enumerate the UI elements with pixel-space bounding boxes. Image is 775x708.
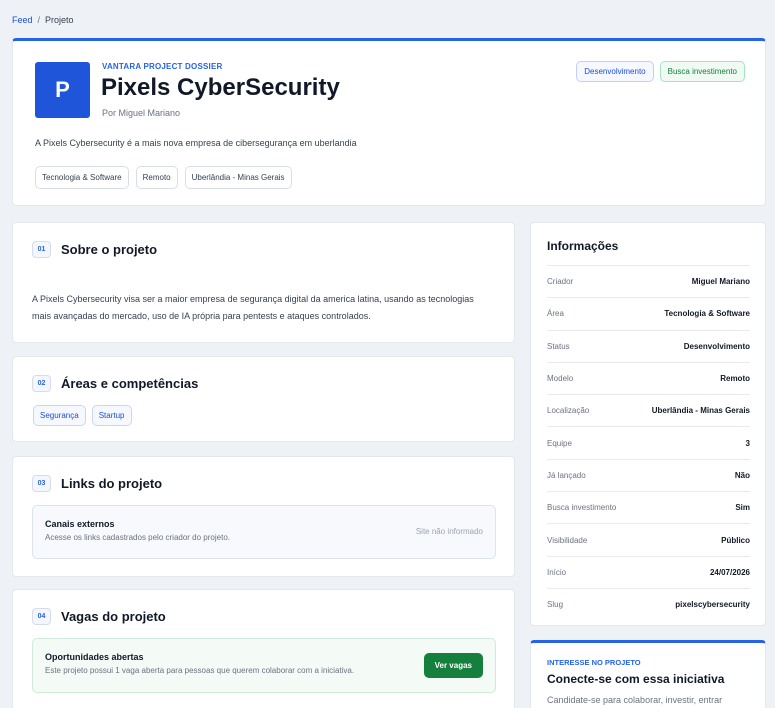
info-value: Tecnologia & Software (664, 309, 750, 319)
info-key: Slug (547, 600, 564, 610)
info-key: Status (547, 341, 570, 351)
info-row-model: Modelo Remoto (547, 361, 750, 394)
info-value: pixelscybersecurity (675, 600, 750, 610)
view-jobs-button[interactable]: Ver vagas (423, 653, 483, 678)
info-key: Modelo (547, 374, 574, 384)
header-eyebrow: VANTARA PROJECT DOSSIER (102, 62, 223, 71)
skills-section: 02 Áreas e competências Segurança Startu… (12, 356, 515, 442)
status-chips: Desenvolvimento Busca investimento (576, 61, 745, 82)
section-title: Links do projeto (61, 476, 163, 491)
section-title: Áreas e competências (61, 376, 199, 391)
breadcrumb-feed-link[interactable]: Feed (12, 15, 33, 25)
info-value: Sim (735, 503, 750, 513)
open-positions-box: Oportunidades abertas Este projeto possu… (32, 638, 496, 693)
page-title: Pixels CyberSecurity (101, 74, 340, 101)
interest-text: Candidate-se para colaborar, investir, e… (547, 695, 723, 705)
info-key: Visibilidade (547, 535, 588, 545)
links-box-text: Acesse os links cadastrados pelo criador… (45, 533, 230, 542)
info-row-team: Equipe 3 (547, 426, 750, 458)
interest-title: Conecte-se com essa iniciativa (547, 672, 725, 686)
positions-box-text: Este projeto possui 1 vaga aberta para p… (45, 666, 355, 675)
info-title: Informações (547, 239, 619, 253)
about-section: 01 Sobre o projeto A Pixels Cybersecurit… (12, 222, 515, 343)
info-key: Área (547, 309, 564, 319)
status-badge: Desenvolvimento (576, 61, 654, 82)
skill-pill: Segurança (33, 405, 86, 426)
info-key: Busca investimento (547, 503, 617, 513)
skills-list: Segurança Startup (33, 405, 132, 426)
info-value: Miguel Mariano (691, 277, 750, 287)
investment-badge: Busca investimento (659, 61, 745, 82)
section-number: 04 (32, 608, 51, 625)
info-key: Criador (547, 277, 574, 287)
info-row-launched: Já lançado Não (547, 458, 750, 491)
links-section: 03 Links do projeto Canais externos Aces… (12, 456, 515, 577)
section-number: 03 (32, 475, 51, 492)
info-value: Desenvolvimento (683, 341, 750, 351)
project-author: Por Miguel Mariano (102, 108, 181, 118)
info-key: Localização (547, 406, 590, 416)
external-links-box: Canais externos Acesse os links cadastra… (32, 505, 496, 559)
section-title: Vagas do projeto (61, 609, 166, 624)
info-value: Remoto (720, 374, 750, 384)
info-key: Início (547, 567, 567, 577)
about-text: A Pixels Cybersecurity visa ser a maior … (32, 294, 474, 321)
project-logo: P (35, 62, 90, 118)
breadcrumb-separator: / (37, 15, 41, 25)
project-header-card: P VANTARA PROJECT DOSSIER Pixels CyberSe… (12, 38, 766, 206)
breadcrumb: Feed / Projeto (12, 15, 74, 25)
skill-pill: Startup (91, 405, 132, 426)
info-row-creator: Criador Miguel Mariano (547, 265, 750, 297)
info-row-start: Início 24/07/2026 (547, 555, 750, 588)
section-number: 02 (32, 375, 51, 392)
tag-model: Remoto (135, 166, 178, 189)
info-value: Público (721, 535, 750, 545)
info-value: 3 (745, 438, 750, 448)
interest-eyebrow: INTERESSE NO PROJETO (547, 658, 641, 667)
info-row-visibility: Visibilidade Público (547, 523, 750, 555)
project-summary: A Pixels Cybersecurity é a mais nova emp… (35, 138, 357, 148)
info-row-area: Área Tecnologia & Software (547, 297, 750, 329)
info-value: 24/07/2026 (709, 567, 750, 577)
section-number: 01 (32, 241, 51, 258)
info-row-status: Status Desenvolvimento (547, 329, 750, 362)
info-value: Uberlândia - Minas Gerais (651, 406, 750, 416)
project-tags: Tecnologia & Software Remoto Uberlândia … (35, 166, 292, 189)
info-row-location: Localização Uberlândia - Minas Gerais (547, 394, 750, 426)
positions-box-title: Oportunidades abertas (45, 652, 144, 662)
breadcrumb-current: Projeto (45, 15, 74, 25)
info-value: Não (734, 470, 750, 480)
site-status: Site não informado (415, 527, 483, 536)
jobs-section: 04 Vagas do projeto Oportunidades aberta… (12, 589, 515, 708)
section-title: Sobre o projeto (61, 242, 158, 257)
tag-area: Tecnologia & Software (35, 166, 129, 189)
info-row-slug: Slug pixelscybersecurity (547, 587, 750, 620)
info-key: Já lançado (547, 470, 586, 480)
info-row-investment: Busca investimento Sim (547, 491, 750, 523)
info-panel: Informações Criador Miguel Mariano Área Te… (530, 222, 766, 626)
interest-card: INTERESSE NO PROJETO Conecte-se com essa… (530, 640, 766, 708)
info-list: Criador Miguel Mariano Área Tecnologia & S… (547, 265, 750, 620)
tag-location: Uberlândia - Minas Gerais (184, 166, 292, 189)
info-key: Equipe (547, 438, 572, 448)
links-box-title: Canais externos (45, 519, 115, 529)
